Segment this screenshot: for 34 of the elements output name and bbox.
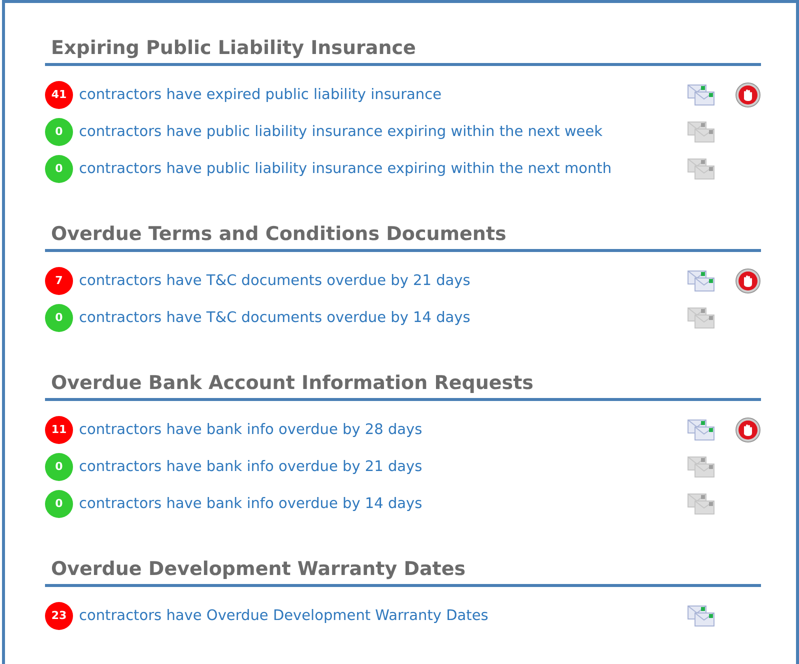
envelopes-icon[interactable]: [687, 418, 715, 442]
envelopes-icon[interactable]: [687, 306, 715, 330]
stop-hand-icon[interactable]: [735, 268, 761, 294]
section-heading: Overdue Bank Account Information Requests: [50, 372, 534, 396]
count-badge: 7: [45, 266, 73, 294]
count-badge: 0: [45, 304, 73, 332]
report-link[interactable]: contractors have public liability insurance expiring within the next week: [79, 124, 687, 140]
report-link[interactable]: contractors have bank info overdue by 14 days: [79, 496, 687, 512]
count-badge: 41: [45, 80, 73, 108]
stop-hand-icon[interactable]: [735, 82, 761, 108]
envelopes-icon[interactable]: [687, 492, 715, 516]
envelopes-icon[interactable]: [687, 454, 715, 478]
envelopes-icon[interactable]: [687, 604, 715, 628]
report-link[interactable]: contractors have T&C documents overdue by 14 days: [79, 310, 687, 326]
report-link[interactable]: contractors have expired public liability insurance: [79, 86, 687, 102]
count-badge: 11: [45, 416, 73, 444]
envelopes-icon[interactable]: [687, 120, 715, 144]
count-badge: 0: [45, 118, 73, 146]
report-link[interactable]: contractors have bank info overdue by 28 days: [79, 422, 687, 438]
envelopes-icon[interactable]: [687, 156, 715, 180]
section-heading: Overdue Development Warranty Dates: [50, 558, 466, 582]
count-badge: 0: [45, 154, 73, 182]
section-heading: Expiring Public Liability Insurance: [50, 37, 416, 61]
report-link[interactable]: contractors have bank info overdue by 21 days: [79, 458, 687, 474]
report-link[interactable]: contractors have T&C documents overdue by 21 days: [79, 272, 687, 288]
section-heading: Overdue Terms and Conditions Documents: [50, 223, 506, 247]
report-link[interactable]: contractors have Overdue Development Warranty Dates: [79, 608, 687, 624]
stop-hand-icon[interactable]: [735, 416, 761, 442]
count-badge: 0: [45, 490, 73, 518]
count-badge: 0: [45, 452, 73, 480]
envelopes-icon[interactable]: [687, 82, 715, 106]
report-link[interactable]: contractors have public liability insurance expiring within the next month: [79, 160, 687, 176]
envelopes-icon[interactable]: [687, 268, 715, 292]
count-badge: 23: [45, 602, 73, 630]
